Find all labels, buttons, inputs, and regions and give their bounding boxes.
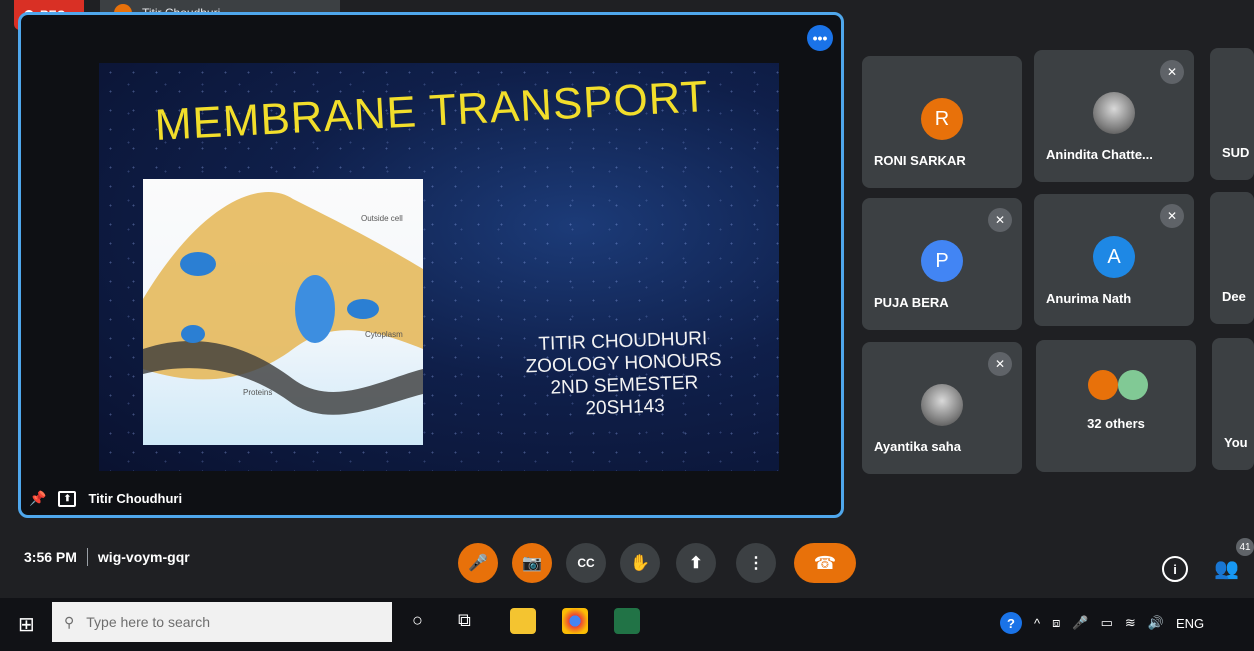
meeting-details: 3:56 PM wig-voym-gqr (24, 548, 190, 566)
presenter-name: Titir Choudhuri (88, 491, 183, 506)
search-placeholder: Type here to search (86, 614, 211, 630)
participant-name: Dee (1222, 289, 1246, 304)
camera-off-icon: 📷 (522, 555, 542, 572)
language-indicator[interactable]: ENG (1176, 616, 1204, 631)
mic-muted-icon: ✕ (1160, 204, 1184, 228)
membrane-diagram: Outside cell Cytoplasm Proteins (143, 179, 423, 445)
windows-start-icon[interactable]: ⊞ (18, 612, 35, 637)
tile-more-icon[interactable]: ••• (807, 25, 833, 51)
diagram-label-outside: Outside cell (361, 214, 403, 223)
captions-icon: CC (577, 556, 595, 570)
present-button[interactable]: ⬆ (676, 543, 716, 583)
meeting-code: wig-voym-gqr (97, 549, 190, 565)
file-explorer-icon[interactable] (510, 608, 536, 634)
people-count-badge: 41 (1236, 538, 1254, 556)
avatar (1088, 370, 1118, 400)
participant-tile[interactable]: SUD (1210, 48, 1254, 180)
participant-name: You (1224, 435, 1248, 450)
mic-muted-icon: ✕ (988, 208, 1012, 232)
others-tile[interactable]: 32 others (1036, 340, 1196, 472)
more-options-button[interactable]: ⋮ (736, 543, 776, 583)
participant-tile[interactable]: R RONI SARKAR (862, 56, 1022, 188)
diagram-label-proteins: Proteins (243, 388, 272, 397)
avatar: P (921, 240, 963, 282)
participant-tile[interactable]: You (1212, 338, 1254, 470)
participant-name: SUD (1222, 145, 1250, 160)
end-call-button[interactable]: ☎ (794, 543, 856, 583)
chrome-icon[interactable] (562, 608, 588, 634)
pin-icon[interactable]: 📌 (29, 490, 46, 507)
participant-tile[interactable]: ✕ A Anurima Nath (1034, 194, 1194, 326)
diagram-label-cytoplasm: Cytoplasm (365, 330, 403, 339)
help-icon[interactable]: ? (1000, 612, 1022, 634)
mic-muted-icon: ✕ (988, 352, 1012, 376)
avatar (921, 384, 963, 426)
others-count: 32 others (1087, 416, 1145, 431)
slide-info: TITIR CHOUDHURI ZOOLOGY HONOURS 2ND SEME… (508, 327, 741, 423)
participant-name: RONI SARKAR (874, 153, 966, 168)
avatar: R (921, 98, 963, 140)
presenter-label: 📌 ⬆ Titir Choudhuri (29, 490, 182, 507)
chevron-up-icon[interactable]: ^ (1034, 616, 1040, 631)
presentation-tile[interactable]: ••• MEMBRANE TRANSPORT Outside cell Cyto… (18, 12, 844, 518)
hand-icon: ✋ (630, 555, 650, 572)
volume-icon[interactable]: 🔊 (1148, 615, 1164, 631)
meeting-time: 3:56 PM (24, 549, 77, 565)
participant-name: Ayantika saha (874, 439, 961, 454)
camera-off-button[interactable]: 📷 (512, 543, 552, 583)
slide: MEMBRANE TRANSPORT Outside cell Cytoplas… (99, 63, 779, 471)
task-view-icon[interactable]: ⧉ (458, 610, 471, 631)
participant-name: Anurima Nath (1046, 291, 1132, 306)
avatar (1093, 92, 1135, 134)
system-tray: ? ^ ⧈ 🎤 ▭ ≋ 🔊 ENG (1000, 612, 1204, 634)
divider (86, 548, 88, 566)
taskbar-search-box[interactable]: ⚲ Type here to search (52, 602, 392, 642)
phone-hangup-icon: ☎ (813, 552, 837, 573)
battery-icon[interactable]: ▭ (1101, 615, 1113, 631)
people-icon[interactable]: 👥 (1214, 556, 1239, 581)
present-icon: ⬆ (689, 555, 703, 572)
meet-window: REC Titir Choudhuri ••• MEMBRANE TRANSPO… (0, 0, 1254, 651)
microphone-icon[interactable]: 🎤 (1072, 615, 1088, 631)
participant-name: PUJA BERA (874, 295, 949, 310)
present-screen-icon: ⬆ (58, 490, 77, 507)
search-icon: ⚲ (64, 613, 75, 630)
cortana-icon[interactable]: ○ (412, 610, 423, 631)
participant-name: Anindita Chatte... (1046, 147, 1153, 162)
meet-now-icon[interactable]: ⧈ (1052, 615, 1060, 631)
mic-off-button[interactable]: 🎤 (458, 543, 498, 583)
participant-tile[interactable]: ✕ Anindita Chatte... (1034, 50, 1194, 182)
more-vert-icon: ⋮ (748, 555, 764, 572)
participant-tile[interactable]: ✕ P PUJA BERA (862, 198, 1022, 330)
avatar: A (1093, 236, 1135, 278)
meeting-info-button[interactable]: i (1162, 556, 1188, 582)
captions-button[interactable]: CC (566, 543, 606, 583)
participant-tile[interactable]: Dee (1210, 192, 1254, 324)
mic-off-icon: 🎤 (468, 555, 488, 572)
windows-taskbar: ⊞ ⚲ Type here to search ○ ⧉ ? ^ ⧈ 🎤 ▭ ≋ … (0, 598, 1254, 651)
raise-hand-button[interactable]: ✋ (620, 543, 660, 583)
avatar (1118, 370, 1148, 400)
wifi-icon[interactable]: ≋ (1125, 615, 1136, 631)
participant-tile[interactable]: ✕ Ayantika saha (862, 342, 1022, 474)
mic-muted-icon: ✕ (1160, 60, 1184, 84)
excel-icon[interactable] (614, 608, 640, 634)
